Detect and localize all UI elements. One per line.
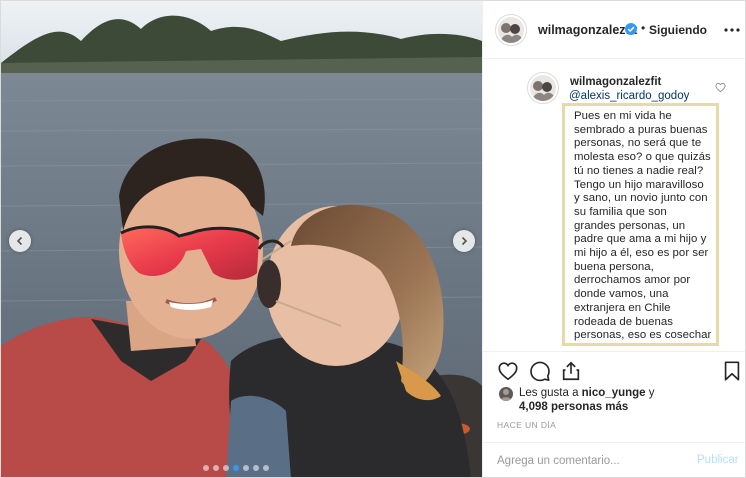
- bookmark-icon[interactable]: [721, 360, 743, 382]
- comments-list[interactable]: wilmagonzalezfit @alexis_ricardo_godoy P…: [483, 59, 745, 351]
- post-modal: wilmagonzalezfit • Siguiendo wilmagonzal…: [0, 0, 746, 478]
- chevron-left-icon: [16, 236, 23, 246]
- share-icon[interactable]: [560, 360, 582, 382]
- carousel-dot: [233, 465, 239, 471]
- carousel-indicator: [203, 465, 269, 471]
- carousel-dot: [243, 465, 249, 471]
- chevron-right-icon: [461, 236, 468, 246]
- header-separator: •: [641, 21, 646, 35]
- carousel-dot: [263, 465, 269, 471]
- comment-like-heart-icon[interactable]: [715, 82, 726, 93]
- post-photo[interactable]: [1, 1, 482, 477]
- liker-username[interactable]: nico_yunge: [582, 387, 646, 399]
- author-avatar[interactable]: [495, 14, 527, 46]
- carousel-next-button[interactable]: [453, 230, 475, 252]
- comment-input[interactable]: [497, 452, 687, 470]
- add-comment-bar: Publicar: [483, 442, 745, 477]
- more-options-icon[interactable]: [723, 21, 741, 39]
- liker-avatar[interactable]: [499, 387, 513, 401]
- post-timestamp[interactable]: HACE UN DÍA: [497, 420, 556, 430]
- comment-bubble-icon[interactable]: [529, 360, 551, 382]
- likes-prefix: Les gusta a: [519, 387, 582, 399]
- likes-text: Les gusta a nico_yunge y: [519, 387, 655, 399]
- comment-mention-link[interactable]: @alexis_ricardo_godoy: [569, 90, 689, 102]
- carousel-dot: [253, 465, 259, 471]
- carousel-prev-button[interactable]: [9, 230, 31, 252]
- comment-highlight-box: Pues en mi vida he sembrado a puras buen…: [562, 103, 719, 346]
- following-button[interactable]: Siguiendo: [649, 23, 707, 37]
- comment-text: Pues en mi vida he sembrado a puras buen…: [574, 110, 712, 342]
- selfie-photo-image: [1, 1, 482, 477]
- verified-badge-icon: [625, 23, 637, 35]
- post-header: wilmagonzalezfit • Siguiendo: [483, 1, 745, 59]
- carousel-dot: [213, 465, 219, 471]
- post-sidebar: wilmagonzalezfit • Siguiendo wilmagonzal…: [482, 1, 745, 477]
- author-username[interactable]: wilmagonzalezfit: [538, 23, 637, 37]
- comment-author-avatar[interactable]: [527, 72, 559, 104]
- carousel-dot: [203, 465, 209, 471]
- post-actions: [483, 351, 745, 383]
- comment-username[interactable]: wilmagonzalezfit: [570, 76, 661, 88]
- heart-icon[interactable]: [497, 360, 519, 382]
- likes-suffix: y: [645, 387, 655, 399]
- likes-count-link[interactable]: 4,098 personas más: [519, 401, 628, 413]
- carousel-dot: [223, 465, 229, 471]
- likes-summary: Les gusta a nico_yunge y 4,098 personas …: [483, 383, 745, 417]
- publish-button[interactable]: Publicar: [697, 454, 739, 466]
